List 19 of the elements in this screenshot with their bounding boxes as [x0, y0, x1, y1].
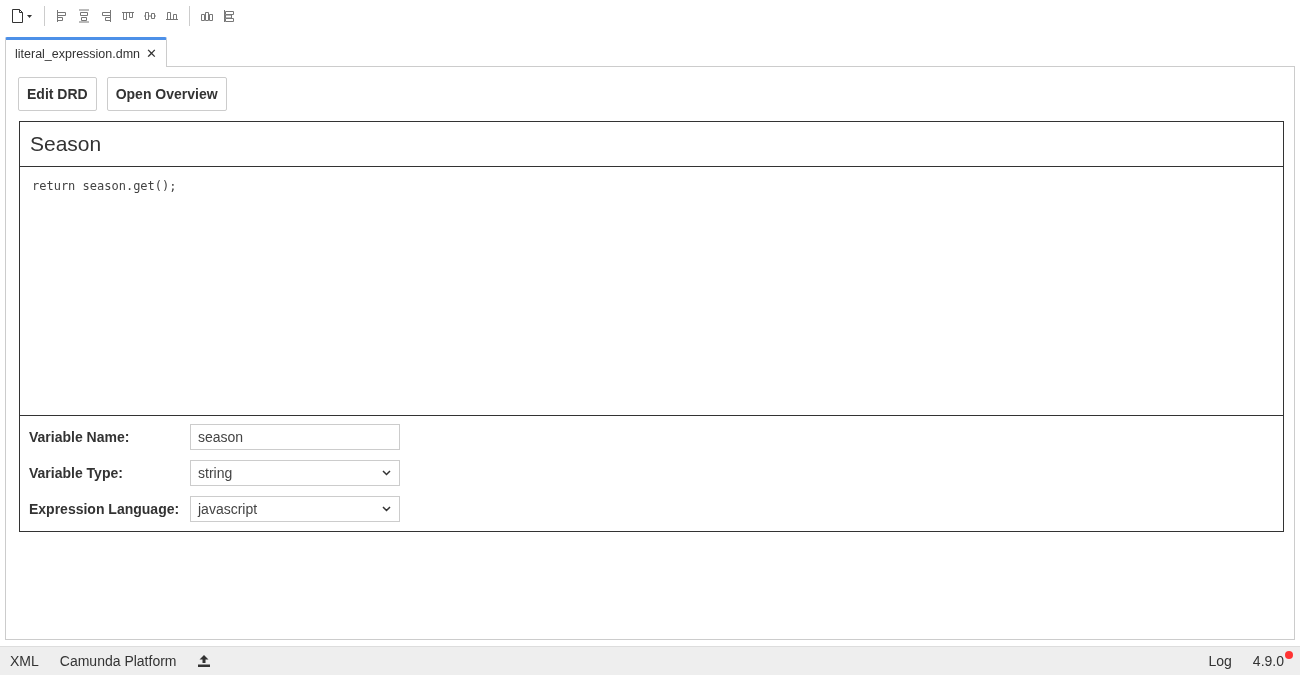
chevron-down-icon — [382, 470, 391, 476]
code-line: return season.get(); — [32, 179, 177, 193]
version-button[interactable]: 4.9.0 — [1252, 653, 1284, 669]
input-field[interactable]: season — [190, 424, 400, 450]
code-editor[interactable]: return season.get(); — [20, 167, 1283, 416]
open-overview-button[interactable]: Open Overview — [106, 77, 227, 111]
select-field[interactable]: string — [190, 460, 400, 486]
field-label: Variable Type: — [29, 465, 124, 481]
field-label: Expression Language: — [29, 501, 181, 517]
field-label: Variable Name: — [29, 429, 131, 445]
select-field[interactable]: javascript — [190, 496, 400, 522]
close-button[interactable]: ✕ — [146, 46, 158, 61]
status-item[interactable]: XML — [10, 653, 39, 669]
file-tab[interactable]: literal_expression.dmn ✕ — [5, 37, 168, 67]
status-item[interactable]: Camunda Platform — [59, 653, 177, 669]
decision-title: Season — [20, 122, 1283, 167]
chevron-down-icon — [382, 506, 391, 512]
edit-drd-button[interactable]: Edit DRD — [18, 77, 97, 111]
log-button[interactable]: Log — [1208, 653, 1232, 669]
